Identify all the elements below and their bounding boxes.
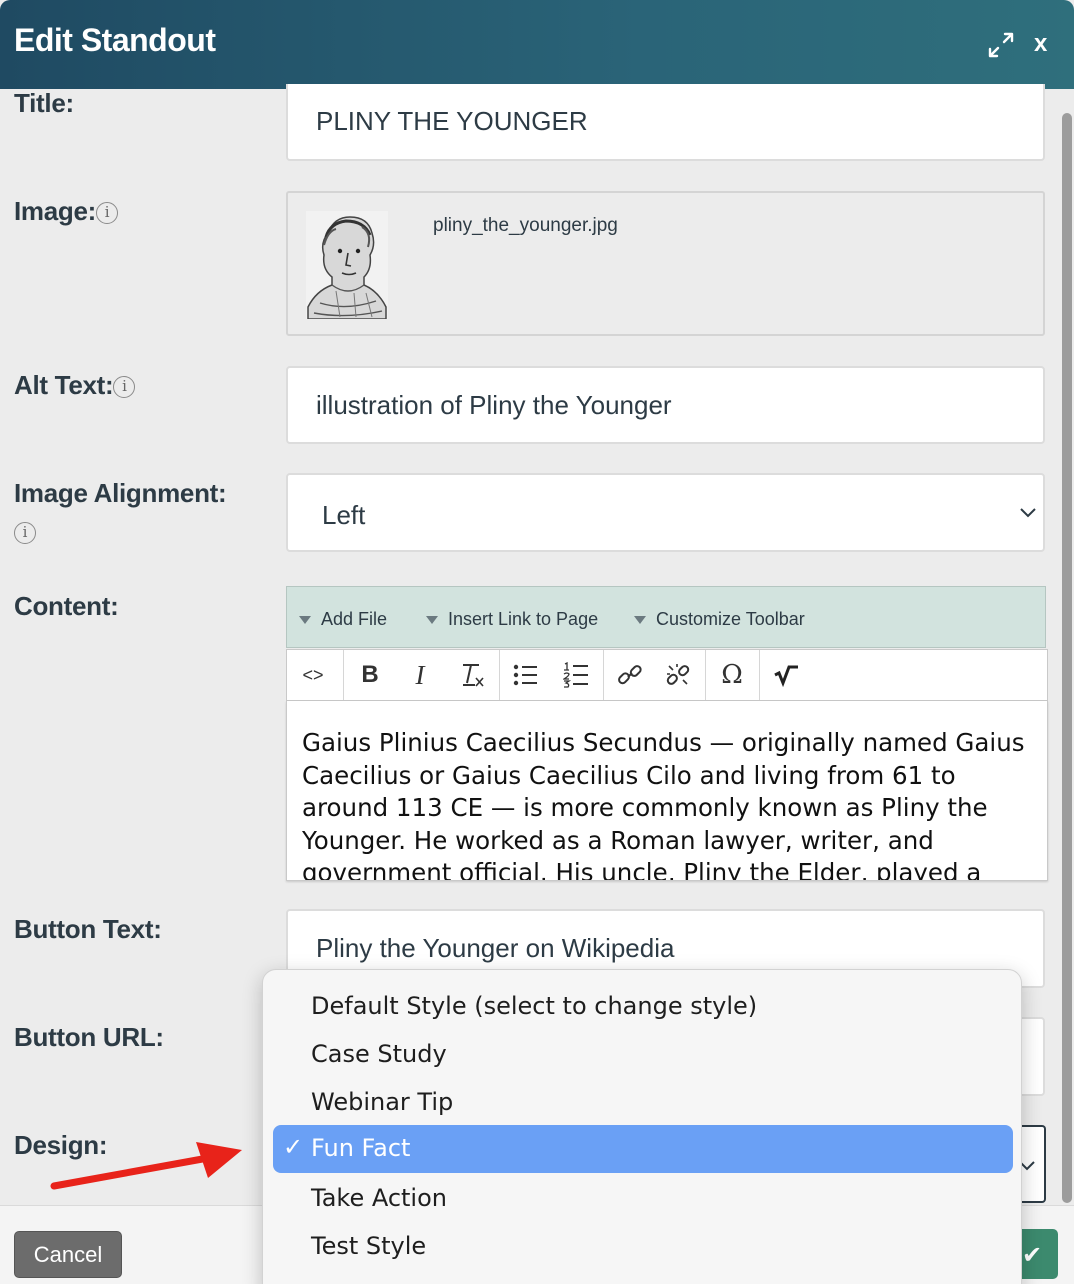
- scrollbar[interactable]: [1062, 113, 1072, 1203]
- dialog-header: Edit Standout x: [0, 0, 1074, 89]
- option-case-study[interactable]: Case Study: [311, 1040, 447, 1068]
- pliny-portrait-image: [306, 211, 388, 319]
- toolbar-divider: [499, 650, 500, 700]
- expand-icon[interactable]: [986, 30, 1016, 60]
- italic-icon[interactable]: I: [397, 650, 443, 700]
- content-text: Gaius Plinius Caecilius Secundus — origi…: [302, 728, 1025, 881]
- numbered-list-glyph: [563, 662, 588, 688]
- title-label: Title:: [14, 88, 74, 118]
- toolbar-divider: [705, 650, 706, 700]
- image-alignment-label: Image Alignment:: [14, 478, 227, 508]
- chevron-down-icon: [1020, 508, 1036, 518]
- link-icon[interactable]: [607, 650, 653, 700]
- option-take-action[interactable]: Take Action: [311, 1184, 447, 1212]
- bulleted-list-glyph: [513, 664, 537, 686]
- bulleted-list-icon[interactable]: [503, 650, 549, 700]
- toolbar-divider: [343, 650, 344, 700]
- option-fun-fact-selected[interactable]: ✓ Fun Fact: [273, 1125, 1013, 1173]
- clear-format-icon[interactable]: [449, 650, 495, 700]
- alt-text-label: Alt Text: i: [14, 370, 136, 401]
- alignment-value: Left: [322, 500, 366, 530]
- option-default-style[interactable]: Default Style (select to change style): [311, 992, 757, 1020]
- add-file-menu[interactable]: Add File: [299, 609, 387, 630]
- dropdown-arrow-icon: [634, 616, 646, 625]
- close-button[interactable]: x: [1034, 30, 1047, 58]
- option-test-style[interactable]: Test Style: [311, 1232, 426, 1260]
- math-glyph: [774, 665, 798, 687]
- dialog-title: Edit Standout: [14, 22, 216, 58]
- cancel-button[interactable]: Cancel: [14, 1231, 122, 1278]
- button-text-label: Button Text:: [14, 914, 162, 944]
- image-alignment-select[interactable]: Left: [286, 473, 1045, 552]
- bold-icon[interactable]: B: [347, 650, 393, 700]
- special-char-icon[interactable]: Ω: [709, 650, 755, 700]
- content-label: Content:: [14, 591, 119, 621]
- option-fun-fact-label: Fun Fact: [311, 1134, 411, 1162]
- button-url-label: Button URL:: [14, 1022, 164, 1052]
- info-icon[interactable]: i: [113, 376, 136, 399]
- image-picker[interactable]: pliny_the_younger.jpg: [286, 191, 1045, 336]
- title-value: PLINY THE YOUNGER: [316, 106, 588, 136]
- link-glyph: [618, 665, 642, 685]
- button-text-value: Pliny the Younger on Wikipedia: [316, 933, 675, 963]
- numbered-list-icon[interactable]: [553, 650, 599, 700]
- alt-text-value: illustration of Pliny the Younger: [316, 389, 672, 420]
- option-webinar-tip[interactable]: Webinar Tip: [311, 1088, 453, 1116]
- info-icon[interactable]: i: [96, 202, 119, 225]
- image-label: Image: i: [14, 196, 119, 227]
- source-icon[interactable]: <>: [287, 650, 339, 700]
- info-icon[interactable]: i: [14, 522, 36, 544]
- customize-toolbar-menu[interactable]: Customize Toolbar: [634, 609, 805, 630]
- clear-format-glyph: [463, 664, 484, 687]
- checkmark-icon: ✓: [283, 1133, 304, 1161]
- unlink-icon[interactable]: [655, 650, 701, 700]
- insert-link-menu[interactable]: Insert Link to Page: [426, 609, 598, 630]
- toolbar-divider: [603, 650, 604, 700]
- alt-text-input[interactable]: illustration of Pliny the Younger: [286, 366, 1045, 444]
- toolbar-divider: [759, 650, 760, 700]
- math-icon[interactable]: [763, 650, 809, 700]
- dropdown-arrow-icon: [299, 616, 311, 625]
- design-dropdown-menu: Default Style (select to change style) C…: [262, 969, 1022, 1284]
- dropdown-arrow-icon: [426, 616, 438, 625]
- red-arrow-annotation: [50, 1142, 242, 1190]
- unlink-glyph: [666, 664, 690, 685]
- content-editor[interactable]: Gaius Plinius Caecilius Secundus — origi…: [286, 701, 1048, 881]
- editor-menu-bar: Add File Insert Link to Page Customize T…: [286, 586, 1046, 648]
- title-input[interactable]: PLINY THE YOUNGER: [286, 84, 1045, 161]
- editor-toolbar: <> B I Ω: [286, 649, 1048, 701]
- image-filename: pliny_the_younger.jpg: [433, 215, 618, 236]
- checkmark-icon: ✔: [1022, 1242, 1043, 1269]
